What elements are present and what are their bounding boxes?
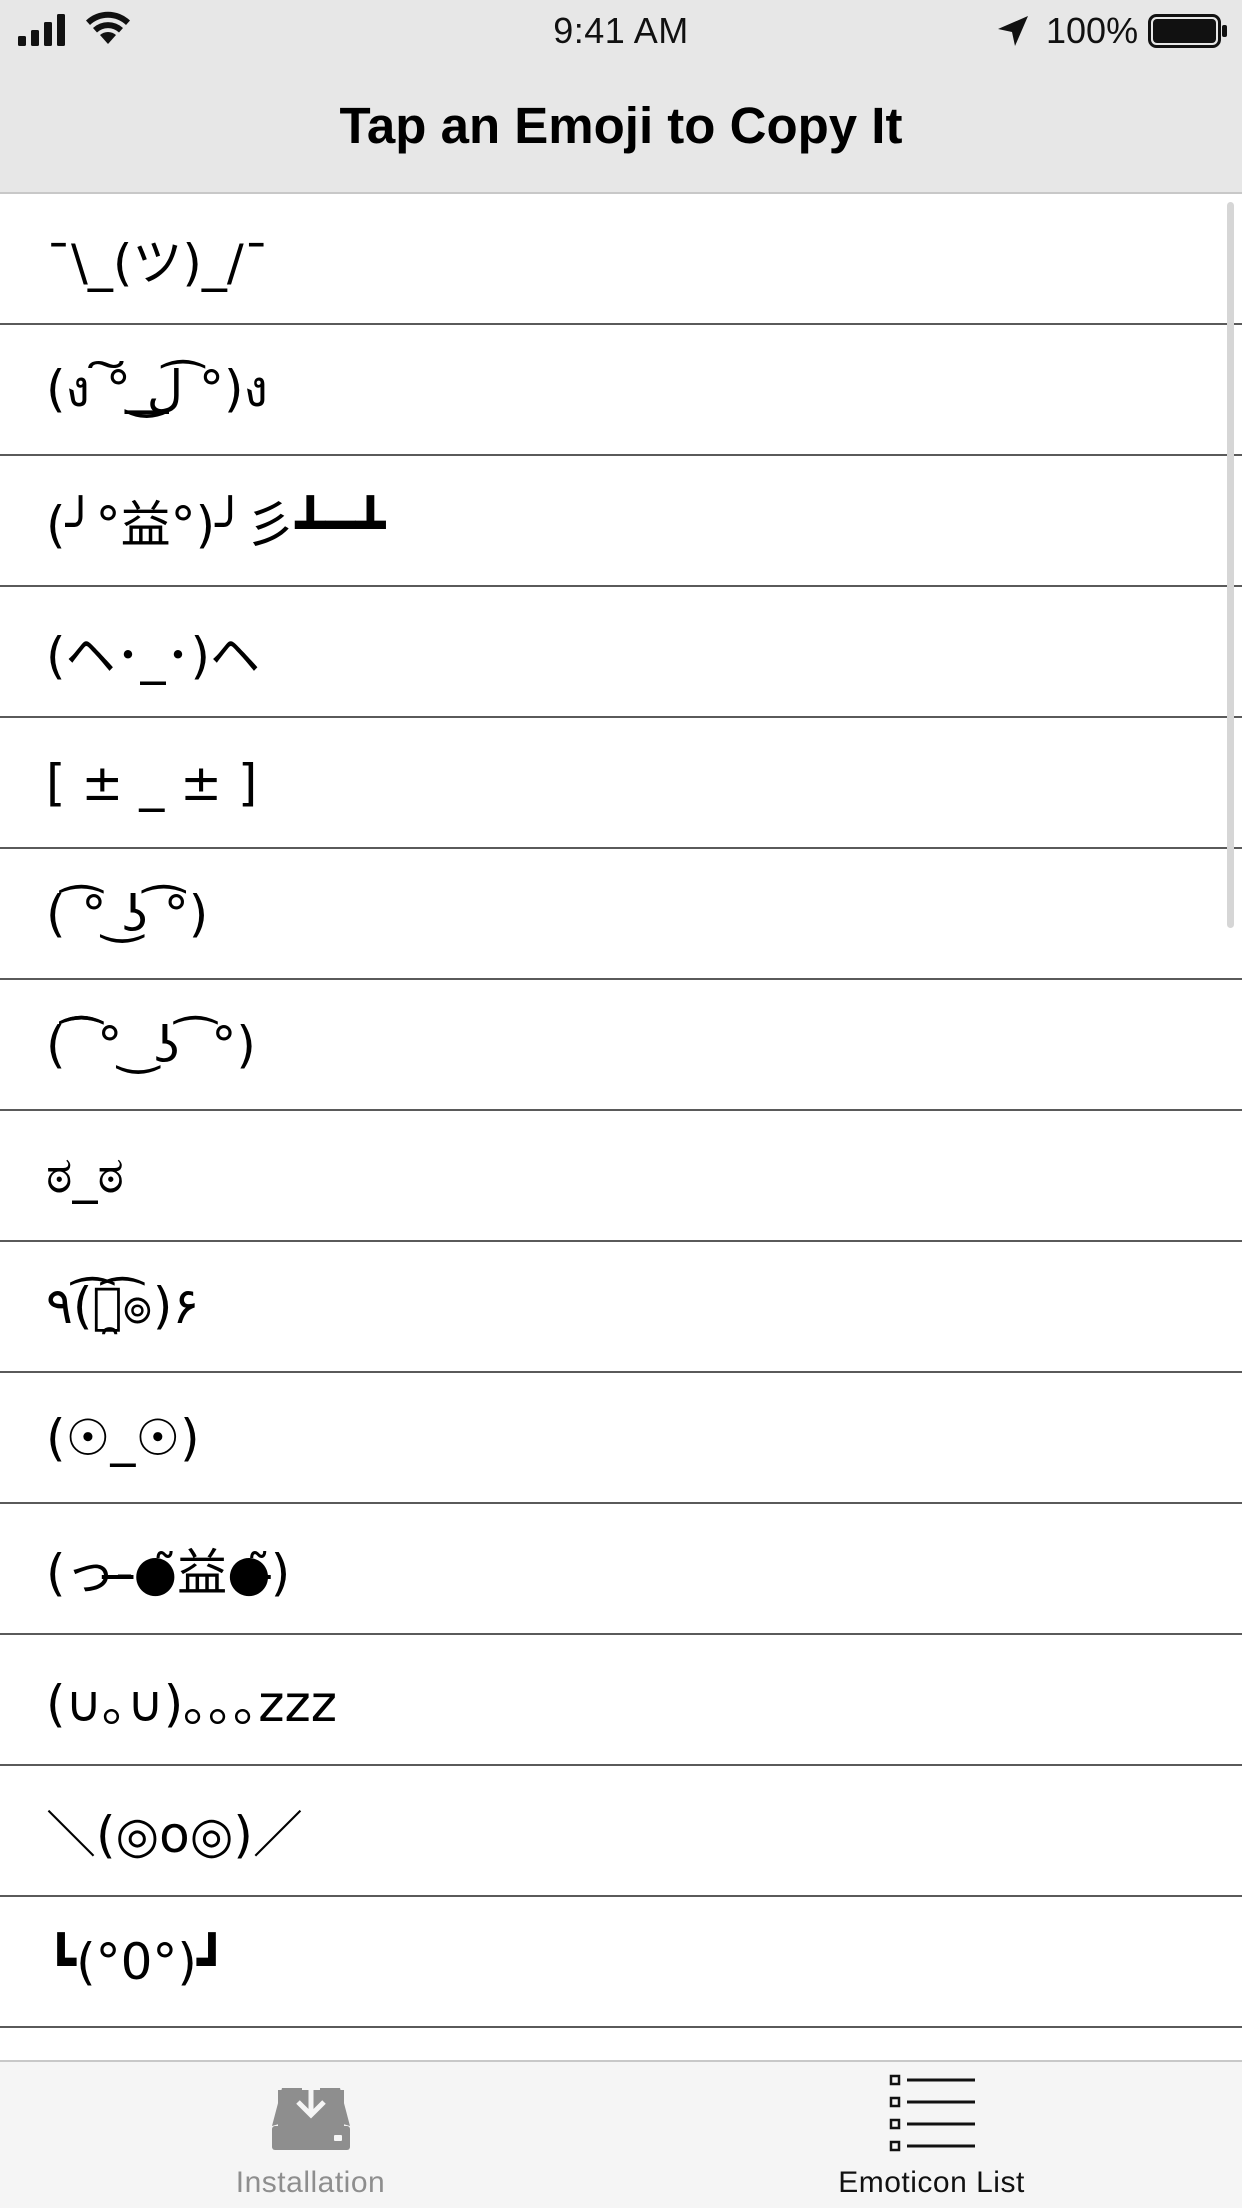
emoticon-list[interactable]: ¯\_(ツ)_/¯ (ง ͠° ͟ل͜ ͡°)ง (╯°益°)╯彡┻━┻ (ヘ･_･)… xyxy=(0,194,1242,2060)
emoticon-text: (∪｡∪)｡｡｡zzz xyxy=(46,1674,337,1733)
app-screen: 9:41 AM 100% Tap an Emoji to Copy It ¯\_… xyxy=(0,0,1242,2208)
emoticon-row[interactable]: ¯\_(ツ)_/¯ xyxy=(0,194,1242,325)
emoticon-row[interactable]: ＼(◎o◎)／ xyxy=(0,1766,1242,1897)
emoticon-row[interactable]: (ヘ･_･)ヘ xyxy=(0,587,1242,718)
status-bar: 9:41 AM 100% xyxy=(0,0,1242,62)
emoticon-text: ಠ_ಠ xyxy=(46,1146,124,1204)
emoticon-text: (ヘ･_･)ヘ xyxy=(46,626,261,685)
emoticon-text: ( ͡͡ ° ͜ ʖ ͡ °) xyxy=(46,1015,256,1074)
battery-icon xyxy=(1148,14,1227,48)
emoticon-row[interactable]: ( ͡͡ ° ͜ ʖ ͡ °) xyxy=(0,980,1242,1111)
tab-emoticon-list-label: Emoticon List xyxy=(838,2166,1025,2199)
tab-installation[interactable]: Installation xyxy=(0,2062,621,2208)
tab-installation-label: Installation xyxy=(235,2166,386,2199)
tab-bar: Installation Emoticon List xyxy=(0,2060,1242,2208)
emoticon-row[interactable]: (╯°益°)╯彡┻━┻ xyxy=(0,456,1242,587)
emoticon-row[interactable]: (っ-̶●̃益●̶̃) xyxy=(0,1504,1242,1635)
emoticon-row[interactable]: (ง ͠° ͟ل͜ ͡°)ง xyxy=(0,325,1242,456)
emoticon-text: (ง ͠° ͟ل͜ ͡°)ง xyxy=(46,360,268,418)
header: 9:41 AM 100% Tap an Emoji to Copy It xyxy=(0,0,1242,194)
location-arrow-icon xyxy=(998,16,1028,46)
list-icon xyxy=(889,2074,975,2152)
emoticon-text: (╯°益°)╯彡┻━┻ xyxy=(46,495,386,554)
emoticon-row[interactable]: ٩(͡๏̯͡๏)۶ xyxy=(0,1242,1242,1373)
emoticon-text: ＼(◎o◎)／ xyxy=(46,1805,303,1864)
emoticon-row[interactable]: [ ± _ ± ] xyxy=(0,718,1242,849)
download-tray-icon xyxy=(271,2074,350,2150)
emoticon-row[interactable]: ಠ_ಠ xyxy=(0,1111,1242,1242)
page-title: Tap an Emoji to Copy It xyxy=(339,97,903,154)
emoticon-row[interactable]: (☉_☉) xyxy=(0,1373,1242,1504)
emoticon-text: (っ-̶●̃益●̶̃) xyxy=(46,1543,291,1602)
emoticon-text: ¯\_(ツ)_/¯ xyxy=(46,233,269,292)
emoticon-row[interactable]: ( ͡° ͜ʖ ͡°) xyxy=(0,849,1242,980)
emoticon-text: ٩(͡๏̯͡๏)۶ xyxy=(46,1277,200,1335)
tab-emoticon-list[interactable]: Emoticon List xyxy=(621,2062,1242,2208)
emoticon-text: [ ± _ ± ] xyxy=(46,753,258,812)
emoticon-row[interactable]: ┗(°0°)┛ xyxy=(0,1897,1242,2028)
emoticon-text: (☉_☉) xyxy=(46,1408,200,1467)
scroll-indicator[interactable] xyxy=(1227,202,1234,928)
emoticon-text: ┗(°0°)┛ xyxy=(46,1932,228,1991)
emoticon-text: ( ͡° ͜ʖ ͡°) xyxy=(46,884,209,943)
battery-percent: 100% xyxy=(1046,10,1139,51)
emoticon-row[interactable]: (∪｡∪)｡｡｡zzz xyxy=(0,1635,1242,1766)
